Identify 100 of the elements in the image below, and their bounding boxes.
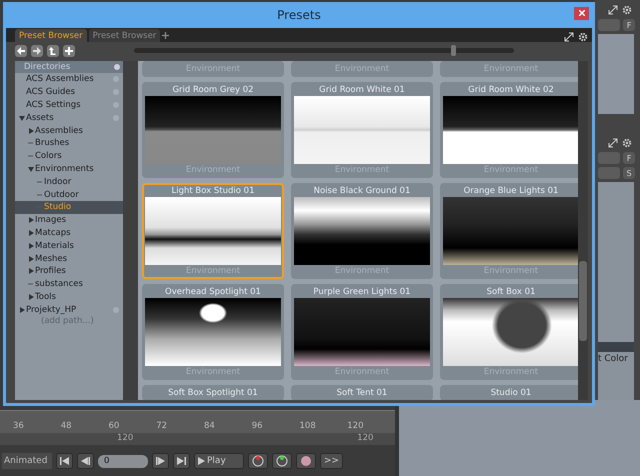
step-forward-icon (156, 457, 165, 465)
preset-card[interactable]: Studio 01 (440, 385, 578, 400)
side-button[interactable]: S (623, 167, 635, 179)
collapsed-arrow-icon[interactable] (26, 128, 35, 134)
preset-title: Orange Blue Lights 01 (464, 185, 558, 197)
tree-item[interactable]: Brushes (15, 136, 123, 150)
record-icon (300, 455, 312, 467)
up-button[interactable] (47, 44, 59, 56)
skip-start-button[interactable] (56, 453, 73, 469)
tree-item[interactable]: Outdoor (15, 188, 123, 201)
skip-end-button[interactable] (173, 453, 190, 469)
tree-item[interactable]: Profiles (15, 264, 123, 278)
record-button[interactable] (296, 453, 316, 469)
collapsed-arrow-icon[interactable] (26, 294, 35, 300)
tab[interactable]: Preset Browser (15, 29, 87, 42)
text-field[interactable] (598, 152, 620, 164)
preset-card[interactable]: Soft Tent 01 (291, 385, 433, 400)
tick-label: 48 (60, 421, 73, 431)
tree-item[interactable]: ACS Assemblies (15, 73, 123, 86)
close-icon (578, 10, 584, 16)
range-label: 120 (357, 433, 374, 445)
tree-item[interactable]: Tools (15, 290, 123, 304)
preset-title: Soft Tent 01 (336, 387, 388, 399)
step-back-button[interactable] (77, 453, 94, 469)
tree-item[interactable]: Assemblies (15, 124, 123, 137)
skip-start-icon (60, 457, 69, 465)
scrollbar-thumb[interactable] (579, 261, 587, 341)
preset-title: Grid Room Grey 02 (172, 84, 254, 96)
tree-item[interactable]: substances (15, 278, 123, 291)
expand-icon[interactable] (564, 32, 574, 42)
play-icon (198, 457, 205, 465)
tree-item[interactable]: Environments (15, 162, 123, 176)
collapsed-arrow-icon[interactable] (26, 256, 35, 262)
gear-icon[interactable] (622, 138, 632, 148)
forward-button[interactable] (31, 44, 43, 56)
step-forward-button[interactable] (152, 453, 169, 469)
key-button[interactable] (272, 453, 292, 469)
frame-field[interactable]: 0 (98, 454, 148, 468)
preset-title: Studio 01 (490, 387, 532, 399)
row-label: t Color (598, 353, 629, 366)
tick-label: 60 (108, 421, 120, 431)
preset-title: Grid Room White 01 (319, 84, 405, 96)
expanded-arrow-icon[interactable] (26, 166, 35, 172)
tree-item[interactable]: Matcaps (15, 226, 123, 240)
dropdown-field[interactable] (598, 19, 620, 31)
expanded-arrow-icon[interactable] (17, 114, 26, 121)
tick-label: 120 (347, 421, 364, 431)
add-tab-icon[interactable] (162, 32, 170, 38)
tree-item[interactable]: ACS Guides (15, 86, 123, 99)
preset-card[interactable]: Soft Box Spotlight 01 (142, 385, 284, 400)
circle-icon (114, 64, 120, 70)
tick-label: 72 (156, 421, 168, 431)
scrollbar[interactable] (578, 61, 588, 400)
close-button[interactable] (574, 7, 589, 20)
preset-title: Light Box Studio 01 (171, 185, 254, 197)
back-button[interactable] (15, 44, 27, 56)
mode-dropdown[interactable]: Animated (2, 453, 52, 469)
range-label: 120 (117, 433, 134, 445)
collapsed-arrow-icon[interactable] (26, 217, 35, 224)
preset-title: Soft Box 01 (486, 286, 536, 298)
collapsed-arrow-icon[interactable] (17, 306, 26, 313)
expand-icon[interactable] (608, 138, 618, 148)
gear-icon[interactable] (578, 32, 588, 42)
collapsed-arrow-icon[interactable] (26, 268, 35, 274)
tree-item[interactable]: Images (15, 214, 123, 227)
collapsed-arrow-icon[interactable] (26, 242, 35, 249)
plus-icon (65, 46, 73, 54)
tree-item[interactable]: Assets (15, 111, 123, 124)
tree-item[interactable]: Meshes (15, 252, 123, 265)
key-button[interactable] (248, 453, 268, 469)
gear-icon[interactable] (622, 5, 632, 15)
key-icon (252, 455, 264, 467)
tab[interactable]: Preset Browser (88, 29, 160, 42)
add-button[interactable] (63, 44, 75, 56)
skip-end-icon (177, 457, 186, 465)
tree-item[interactable]: Colors (15, 150, 123, 163)
tree-item[interactable]: Studio (15, 200, 123, 214)
window-title: Presets (277, 8, 321, 22)
side-button[interactable]: F (623, 152, 635, 164)
size-slider[interactable] (134, 48, 514, 53)
preset-title: Purple Green Lights 01 (313, 286, 411, 298)
expand-icon[interactable] (608, 5, 618, 15)
tree-item[interactable]: ACS Settings (15, 98, 123, 112)
preset-title: Overhead Spotlight 01 (165, 286, 261, 298)
play-button[interactable]: Play (194, 453, 244, 469)
more-button[interactable]: >> (320, 453, 344, 469)
tree-item[interactable]: Projekty_HP (15, 303, 123, 316)
tick-label: 108 (300, 421, 317, 431)
right-arrow-icon (33, 46, 41, 54)
tick-label: 96 (252, 421, 264, 431)
dropdown-field[interactable] (598, 167, 620, 179)
tree-item[interactable]: Indoor (15, 175, 123, 188)
tick-label: 84 (204, 421, 216, 431)
side-button[interactable]: F (623, 19, 635, 31)
collapsed-arrow-icon[interactable] (26, 230, 35, 236)
slider-thumb[interactable] (451, 45, 456, 56)
key-icon (276, 455, 288, 467)
timeline-ruler[interactable]: 36 48 60 72 84 96 108 120 (0, 410, 395, 433)
tick-label: 36 (13, 421, 25, 431)
tree-item[interactable]: Materials (15, 239, 123, 252)
